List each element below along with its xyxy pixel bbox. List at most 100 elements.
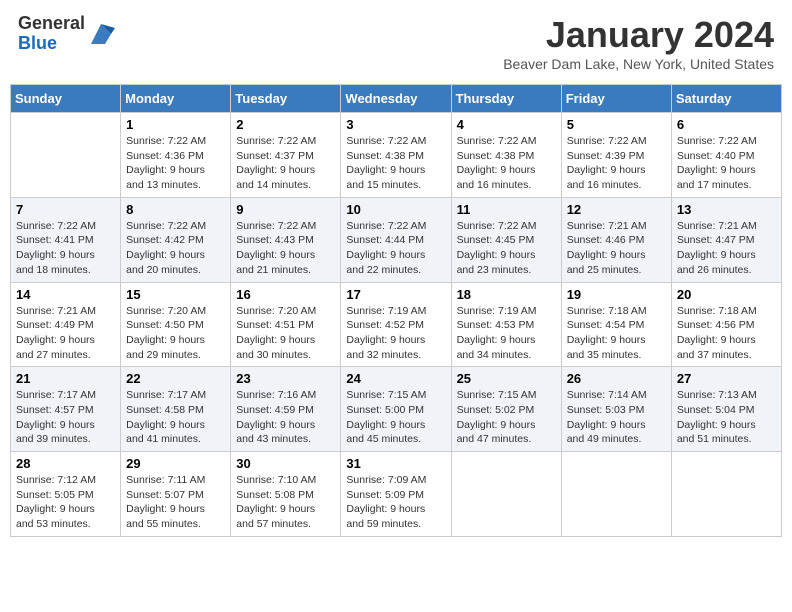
calendar-cell: 10Sunrise: 7:22 AM Sunset: 4:44 PM Dayli… — [341, 197, 451, 282]
day-info: Sunrise: 7:22 AM Sunset: 4:37 PM Dayligh… — [236, 134, 335, 193]
calendar-week-2: 7 Sunrise: 7:22 AM Sunset: 4:41 PM Daylig… — [11, 197, 782, 282]
day-number: 20 — [677, 287, 776, 302]
day-header-friday: Friday — [561, 85, 671, 113]
calendar-cell: 22 Sunrise: 7:17 AM Sunset: 4:58 PM Dayli… — [121, 367, 231, 452]
calendar-cell — [451, 452, 561, 537]
day-header-sunday: Sunday — [11, 85, 121, 113]
day-info: Sunrise: 7:21 AM Sunset: 4:46 PM Dayligh… — [567, 219, 666, 278]
calendar-cell: 18 Sunrise: 7:19 AM Sunset: 4:53 PM Dayli… — [451, 282, 561, 367]
day-info: Sunrise: 7:22 AM Sunset: 4:43 PM Dayligh… — [236, 219, 335, 278]
day-info: Sunrise: 7:22 AM Sunset: 4:42 PM Dayligh… — [126, 219, 225, 278]
day-info: Sunrise: 7:20 AM Sunset: 4:51 PM Dayligh… — [236, 304, 335, 363]
day-number: 9 — [236, 202, 335, 217]
day-info: Sunrise: 7:20 AM Sunset: 4:50 PM Dayligh… — [126, 304, 225, 363]
calendar-table: SundayMondayTuesdayWednesdayThursdayFrid… — [10, 84, 782, 537]
day-number: 21 — [16, 371, 115, 386]
calendar-cell: 9 Sunrise: 7:22 AM Sunset: 4:43 PM Daylig… — [231, 197, 341, 282]
day-info: Sunrise: 7:22 AM Sunset: 4:36 PM Dayligh… — [126, 134, 225, 193]
calendar-cell: 13 Sunrise: 7:21 AM Sunset: 4:47 PM Dayli… — [671, 197, 781, 282]
calendar-week-4: 21 Sunrise: 7:17 AM Sunset: 4:57 PM Dayli… — [11, 367, 782, 452]
calendar-week-3: 14 Sunrise: 7:21 AM Sunset: 4:49 PM Dayli… — [11, 282, 782, 367]
day-header-wednesday: Wednesday — [341, 85, 451, 113]
calendar-cell — [671, 452, 781, 537]
calendar-cell: 17 Sunrise: 7:19 AM Sunset: 4:52 PM Dayli… — [341, 282, 451, 367]
logo-general: General — [18, 13, 85, 33]
calendar-cell: 16 Sunrise: 7:20 AM Sunset: 4:51 PM Dayli… — [231, 282, 341, 367]
day-info: Sunrise: 7:19 AM Sunset: 4:52 PM Dayligh… — [346, 304, 445, 363]
calendar-cell — [11, 113, 121, 198]
calendar-cell: 5Sunrise: 7:22 AM Sunset: 4:39 PM Daylig… — [561, 113, 671, 198]
calendar-cell: 8 Sunrise: 7:22 AM Sunset: 4:42 PM Daylig… — [121, 197, 231, 282]
day-info: Sunrise: 7:22 AM Sunset: 4:38 PM Dayligh… — [457, 134, 556, 193]
day-info: Sunrise: 7:18 AM Sunset: 4:56 PM Dayligh… — [677, 304, 776, 363]
day-number: 13 — [677, 202, 776, 217]
day-number: 24 — [346, 371, 445, 386]
title-block: January 2024 Beaver Dam Lake, New York, … — [503, 14, 774, 72]
calendar-cell — [561, 452, 671, 537]
day-info: Sunrise: 7:19 AM Sunset: 4:53 PM Dayligh… — [457, 304, 556, 363]
day-number: 16 — [236, 287, 335, 302]
calendar-cell: 24 Sunrise: 7:15 AM Sunset: 5:00 PM Dayli… — [341, 367, 451, 452]
day-number: 6 — [677, 117, 776, 132]
day-info: Sunrise: 7:22 AM Sunset: 4:44 PM Dayligh… — [346, 219, 445, 278]
day-info: Sunrise: 7:22 AM Sunset: 4:41 PM Dayligh… — [16, 219, 115, 278]
month-title: January 2024 — [503, 14, 774, 56]
day-header-tuesday: Tuesday — [231, 85, 341, 113]
day-number: 25 — [457, 371, 556, 386]
day-number: 17 — [346, 287, 445, 302]
day-number: 3 — [346, 117, 445, 132]
day-info: Sunrise: 7:15 AM Sunset: 5:02 PM Dayligh… — [457, 388, 556, 447]
calendar-cell: 28Sunrise: 7:12 AM Sunset: 5:05 PM Dayli… — [11, 452, 121, 537]
calendar-cell: 21 Sunrise: 7:17 AM Sunset: 4:57 PM Dayli… — [11, 367, 121, 452]
day-info: Sunrise: 7:18 AM Sunset: 4:54 PM Dayligh… — [567, 304, 666, 363]
day-number: 30 — [236, 456, 335, 471]
day-number: 2 — [236, 117, 335, 132]
logo: General Blue — [18, 14, 115, 54]
calendar-week-5: 28Sunrise: 7:12 AM Sunset: 5:05 PM Dayli… — [11, 452, 782, 537]
calendar-cell: 26Sunrise: 7:14 AM Sunset: 5:03 PM Dayli… — [561, 367, 671, 452]
location: Beaver Dam Lake, New York, United States — [503, 56, 774, 72]
day-number: 18 — [457, 287, 556, 302]
day-number: 12 — [567, 202, 666, 217]
day-number: 19 — [567, 287, 666, 302]
day-number: 14 — [16, 287, 115, 302]
calendar-header-row: SundayMondayTuesdayWednesdayThursdayFrid… — [11, 85, 782, 113]
calendar-cell: 6Sunrise: 7:22 AM Sunset: 4:40 PM Daylig… — [671, 113, 781, 198]
day-info: Sunrise: 7:21 AM Sunset: 4:49 PM Dayligh… — [16, 304, 115, 363]
day-info: Sunrise: 7:10 AM Sunset: 5:08 PM Dayligh… — [236, 473, 335, 532]
day-number: 5 — [567, 117, 666, 132]
day-number: 15 — [126, 287, 225, 302]
calendar-cell: 4 Sunrise: 7:22 AM Sunset: 4:38 PM Daylig… — [451, 113, 561, 198]
day-number: 31 — [346, 456, 445, 471]
calendar-cell: 23Sunrise: 7:16 AM Sunset: 4:59 PM Dayli… — [231, 367, 341, 452]
day-info: Sunrise: 7:21 AM Sunset: 4:47 PM Dayligh… — [677, 219, 776, 278]
day-header-thursday: Thursday — [451, 85, 561, 113]
calendar-week-1: 1Sunrise: 7:22 AM Sunset: 4:36 PM Daylig… — [11, 113, 782, 198]
logo-blue: Blue — [18, 33, 57, 53]
day-number: 7 — [16, 202, 115, 217]
calendar-cell: 20 Sunrise: 7:18 AM Sunset: 4:56 PM Dayli… — [671, 282, 781, 367]
day-info: Sunrise: 7:22 AM Sunset: 4:45 PM Dayligh… — [457, 219, 556, 278]
calendar-cell: 15 Sunrise: 7:20 AM Sunset: 4:50 PM Dayli… — [121, 282, 231, 367]
day-info: Sunrise: 7:17 AM Sunset: 4:58 PM Dayligh… — [126, 388, 225, 447]
calendar-cell: 31 Sunrise: 7:09 AM Sunset: 5:09 PM Dayli… — [341, 452, 451, 537]
day-number: 4 — [457, 117, 556, 132]
calendar-cell: 2 Sunrise: 7:22 AM Sunset: 4:37 PM Daylig… — [231, 113, 341, 198]
calendar-cell: 19 Sunrise: 7:18 AM Sunset: 4:54 PM Dayli… — [561, 282, 671, 367]
calendar-cell: 25 Sunrise: 7:15 AM Sunset: 5:02 PM Dayli… — [451, 367, 561, 452]
calendar-cell: 3Sunrise: 7:22 AM Sunset: 4:38 PM Daylig… — [341, 113, 451, 198]
page-header: General Blue January 2024 Beaver Dam Lak… — [10, 10, 782, 76]
day-number: 22 — [126, 371, 225, 386]
day-number: 29 — [126, 456, 225, 471]
calendar-cell: 11 Sunrise: 7:22 AM Sunset: 4:45 PM Dayli… — [451, 197, 561, 282]
calendar-cell: 12 Sunrise: 7:21 AM Sunset: 4:46 PM Dayli… — [561, 197, 671, 282]
day-number: 11 — [457, 202, 556, 217]
day-info: Sunrise: 7:16 AM Sunset: 4:59 PM Dayligh… — [236, 388, 335, 447]
day-number: 8 — [126, 202, 225, 217]
day-info: Sunrise: 7:13 AM Sunset: 5:04 PM Dayligh… — [677, 388, 776, 447]
day-header-saturday: Saturday — [671, 85, 781, 113]
day-info: Sunrise: 7:17 AM Sunset: 4:57 PM Dayligh… — [16, 388, 115, 447]
day-info: Sunrise: 7:09 AM Sunset: 5:09 PM Dayligh… — [346, 473, 445, 532]
day-info: Sunrise: 7:15 AM Sunset: 5:00 PM Dayligh… — [346, 388, 445, 447]
logo-icon — [87, 20, 115, 48]
